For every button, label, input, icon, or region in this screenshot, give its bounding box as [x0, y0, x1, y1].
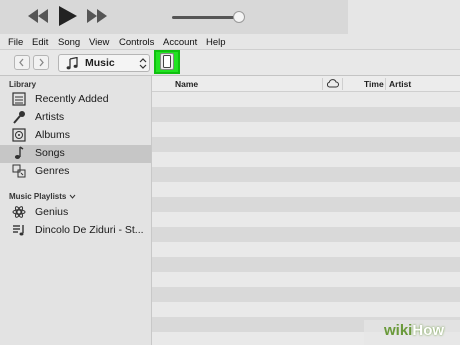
column-name[interactable]: Name — [175, 79, 198, 89]
media-type-label: Music — [85, 57, 115, 69]
chevron-down-icon — [69, 194, 75, 199]
table-row — [152, 272, 460, 287]
table-row — [152, 212, 460, 227]
menu-song[interactable]: Song — [58, 37, 80, 48]
column-time[interactable]: Time — [364, 79, 384, 89]
chevron-right-icon — [39, 58, 44, 67]
music-playlists-heading[interactable]: Music Playlists — [9, 192, 76, 201]
table-row — [152, 167, 460, 182]
volume-slider-knob[interactable] — [233, 11, 245, 23]
table-row — [152, 152, 460, 167]
column-divider — [322, 78, 323, 90]
song-list: Name Time Artist — [151, 76, 460, 345]
sidebar-item-recently-added[interactable]: Recently Added — [0, 91, 151, 109]
menu-file[interactable]: File — [8, 37, 23, 48]
back-button[interactable] — [14, 55, 30, 70]
table-row — [152, 92, 460, 107]
sidebar-item-label: Dincolo De Ziduri - St... — [35, 224, 144, 236]
column-artist[interactable]: Artist — [389, 79, 411, 89]
genres-icon — [12, 164, 26, 183]
song-list-header: Name Time Artist — [152, 76, 460, 92]
table-row — [152, 182, 460, 197]
sidebar-item-label: Artists — [35, 111, 65, 123]
volume-slider[interactable] — [172, 16, 238, 19]
table-row — [152, 287, 460, 302]
table-row — [152, 257, 460, 272]
sidebar-item-label: Genius — [35, 206, 69, 218]
menu-edit[interactable]: Edit — [32, 37, 48, 48]
table-row — [152, 137, 460, 152]
table-row — [152, 107, 460, 122]
sidebar-item-playlist[interactable]: Dincolo De Ziduri - St... — [0, 222, 151, 240]
sidebar-item-genius[interactable]: Genius — [0, 204, 151, 222]
sidebar-item-songs[interactable]: Songs — [0, 145, 151, 163]
sidebar-item-genres[interactable]: Genres — [0, 163, 151, 181]
iphone-icon — [163, 55, 171, 68]
music-playlists-label: Music Playlists — [9, 192, 67, 201]
column-divider — [342, 78, 343, 90]
menu-controls[interactable]: Controls — [119, 37, 154, 48]
table-row — [152, 242, 460, 257]
now-playing-area — [348, 0, 460, 34]
menu-account[interactable]: Account — [163, 37, 197, 48]
rewind-icon[interactable] — [28, 9, 48, 28]
table-row — [152, 197, 460, 212]
sidebar-item-artists[interactable]: Artists — [0, 109, 151, 127]
media-type-select[interactable]: Music — [58, 54, 150, 72]
watermark-how: How — [412, 322, 445, 339]
column-divider — [385, 78, 386, 90]
table-row — [152, 302, 460, 317]
sidebar-item-label: Albums — [35, 129, 71, 141]
library-heading: Library — [9, 80, 37, 89]
menu-view[interactable]: View — [89, 37, 109, 48]
cloud-icon[interactable] — [326, 78, 339, 90]
toolbar: Music — [0, 50, 460, 76]
updown-chevron-icon — [139, 58, 147, 69]
sidebar-item-label: Songs — [35, 147, 65, 159]
menu-help[interactable]: Help — [206, 37, 226, 48]
music-note-icon — [66, 57, 78, 70]
playlist-icon — [12, 223, 26, 242]
sidebar: Library Recently Added Artists Albums So… — [0, 76, 151, 345]
watermark-wiki: wiki — [384, 322, 413, 339]
fast-forward-icon[interactable] — [87, 9, 107, 28]
sidebar-item-albums[interactable]: Albums — [0, 127, 151, 145]
sidebar-item-label: Recently Added — [35, 93, 109, 105]
table-row — [152, 122, 460, 137]
sidebar-item-label: Genres — [35, 165, 70, 177]
wikihow-watermark: wikiHow — [384, 322, 444, 339]
device-button[interactable] — [160, 53, 174, 70]
menu-bar: File Edit Song View Controls Account Hel… — [0, 34, 460, 50]
forward-button[interactable] — [33, 55, 49, 70]
table-row — [152, 227, 460, 242]
play-icon[interactable] — [59, 6, 77, 31]
chevron-left-icon — [19, 58, 24, 67]
